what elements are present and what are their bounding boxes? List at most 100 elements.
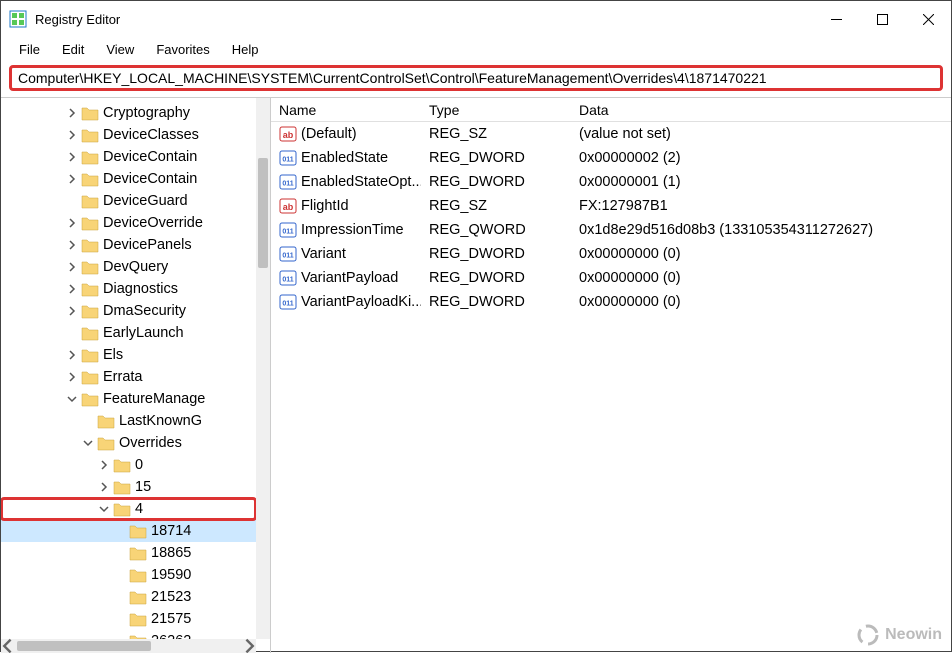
folder-icon bbox=[81, 304, 99, 319]
value-row[interactable]: abFlightIdREG_SZFX:127987B1 bbox=[271, 194, 951, 218]
menu-view[interactable]: View bbox=[96, 40, 144, 59]
minimize-button[interactable] bbox=[813, 1, 859, 37]
window-controls bbox=[813, 1, 951, 37]
value-row[interactable]: 011EnabledStateREG_DWORD0x00000002 (2) bbox=[271, 146, 951, 170]
tree-item[interactable]: DevicePanels bbox=[1, 234, 256, 256]
column-header-type[interactable]: Type bbox=[421, 98, 571, 121]
tree-item[interactable]: DeviceContain bbox=[1, 146, 256, 168]
tree-spacer bbox=[113, 546, 127, 560]
tree-item-label: DeviceGuard bbox=[103, 193, 188, 209]
value-name: VariantPayload bbox=[301, 270, 398, 286]
tree-item[interactable]: 4 bbox=[1, 498, 256, 520]
tree-item-label: Errata bbox=[103, 369, 143, 385]
column-header-name[interactable]: Name bbox=[271, 98, 421, 121]
value-type: REG_DWORD bbox=[421, 172, 571, 192]
tree-item-label: EarlyLaunch bbox=[103, 325, 184, 341]
value-type: REG_SZ bbox=[421, 124, 571, 144]
folder-icon bbox=[81, 238, 99, 253]
menu-file[interactable]: File bbox=[9, 40, 50, 59]
tree-item[interactable]: DeviceContain bbox=[1, 168, 256, 190]
binary-value-icon: 011 bbox=[279, 149, 297, 167]
registry-tree[interactable]: CryptographyDeviceClassesDeviceContainDe… bbox=[1, 98, 256, 653]
chevron-down-icon[interactable] bbox=[65, 392, 79, 406]
menu-edit[interactable]: Edit bbox=[52, 40, 94, 59]
chevron-right-icon[interactable] bbox=[97, 458, 111, 472]
binary-value-icon: 011 bbox=[279, 221, 297, 239]
tree-item[interactable]: DeviceGuard bbox=[1, 190, 256, 212]
tree-item[interactable]: DeviceClasses bbox=[1, 124, 256, 146]
tree-item[interactable]: 18714 bbox=[1, 520, 256, 542]
tree-item[interactable]: Cryptography bbox=[1, 102, 256, 124]
tree-item-label: 21575 bbox=[151, 611, 191, 627]
tree-item[interactable]: Els bbox=[1, 344, 256, 366]
tree-item-label: DeviceClasses bbox=[103, 127, 199, 143]
scrollbar-thumb[interactable] bbox=[258, 158, 268, 268]
folder-icon bbox=[113, 458, 131, 473]
chevron-right-icon[interactable] bbox=[65, 260, 79, 274]
value-type: REG_DWORD bbox=[421, 148, 571, 168]
value-name: VariantPayloadKi... bbox=[301, 294, 421, 310]
tree-spacer bbox=[65, 194, 79, 208]
chevron-right-icon[interactable] bbox=[65, 128, 79, 142]
value-type: REG_SZ bbox=[421, 196, 571, 216]
values-list[interactable]: ab(Default)REG_SZ(value not set)011Enabl… bbox=[271, 122, 951, 314]
tree-item[interactable]: DevQuery bbox=[1, 256, 256, 278]
tree-vertical-scrollbar[interactable] bbox=[256, 98, 270, 639]
chevron-right-icon[interactable] bbox=[97, 480, 111, 494]
value-row[interactable]: ab(Default)REG_SZ(value not set) bbox=[271, 122, 951, 146]
tree-item[interactable]: 18865 bbox=[1, 542, 256, 564]
svg-text:011: 011 bbox=[282, 301, 293, 308]
folder-icon bbox=[129, 568, 147, 583]
chevron-right-icon[interactable] bbox=[65, 348, 79, 362]
tree-item[interactable]: Overrides bbox=[1, 432, 256, 454]
chevron-right-icon[interactable] bbox=[65, 216, 79, 230]
tree-item[interactable]: 21575 bbox=[1, 608, 256, 630]
chevron-right-icon[interactable] bbox=[65, 304, 79, 318]
tree-item-label: DeviceOverride bbox=[103, 215, 203, 231]
svg-text:ab: ab bbox=[283, 130, 294, 140]
chevron-right-icon[interactable] bbox=[65, 238, 79, 252]
chevron-right-icon[interactable] bbox=[65, 172, 79, 186]
main-split: CryptographyDeviceClassesDeviceContainDe… bbox=[1, 97, 951, 653]
tree-item[interactable]: FeatureManage bbox=[1, 388, 256, 410]
tree-item-label: Els bbox=[103, 347, 123, 363]
close-button[interactable] bbox=[905, 1, 951, 37]
scrollbar-thumb[interactable] bbox=[17, 641, 151, 651]
value-row[interactable]: 011EnabledStateOpt...REG_DWORD0x00000001… bbox=[271, 170, 951, 194]
value-row[interactable]: 011VariantREG_DWORD0x00000000 (0) bbox=[271, 242, 951, 266]
svg-text:011: 011 bbox=[282, 157, 293, 164]
scroll-right-button[interactable] bbox=[240, 639, 256, 653]
column-header-data[interactable]: Data bbox=[571, 98, 951, 121]
value-row[interactable]: 011ImpressionTimeREG_QWORD0x1d8e29d516d0… bbox=[271, 218, 951, 242]
folder-icon bbox=[81, 348, 99, 363]
tree-item[interactable]: EarlyLaunch bbox=[1, 322, 256, 344]
tree-item[interactable]: 19590 bbox=[1, 564, 256, 586]
address-bar[interactable]: Computer\HKEY_LOCAL_MACHINE\SYSTEM\Curre… bbox=[9, 65, 943, 91]
tree-item[interactable]: LastKnownG bbox=[1, 410, 256, 432]
value-row[interactable]: 011VariantPayloadKi...REG_DWORD0x0000000… bbox=[271, 290, 951, 314]
chevron-right-icon[interactable] bbox=[65, 282, 79, 296]
maximize-button[interactable] bbox=[859, 1, 905, 37]
scroll-left-button[interactable] bbox=[1, 639, 17, 653]
chevron-right-icon[interactable] bbox=[65, 150, 79, 164]
tree-item[interactable]: Diagnostics bbox=[1, 278, 256, 300]
value-row[interactable]: 011VariantPayloadREG_DWORD0x00000000 (0) bbox=[271, 266, 951, 290]
tree-item[interactable]: 15 bbox=[1, 476, 256, 498]
tree-item-label: 21523 bbox=[151, 589, 191, 605]
tree-item[interactable]: DmaSecurity bbox=[1, 300, 256, 322]
svg-text:011: 011 bbox=[282, 253, 293, 260]
menu-favorites[interactable]: Favorites bbox=[146, 40, 219, 59]
tree-item[interactable]: 0 bbox=[1, 454, 256, 476]
tree-item-label: DmaSecurity bbox=[103, 303, 186, 319]
chevron-right-icon[interactable] bbox=[65, 370, 79, 384]
tree-horizontal-scrollbar[interactable] bbox=[1, 639, 256, 653]
folder-icon bbox=[81, 282, 99, 297]
tree-item[interactable]: DeviceOverride bbox=[1, 212, 256, 234]
menu-help[interactable]: Help bbox=[222, 40, 269, 59]
chevron-right-icon[interactable] bbox=[65, 106, 79, 120]
tree-item-label: Cryptography bbox=[103, 105, 190, 121]
tree-item[interactable]: Errata bbox=[1, 366, 256, 388]
chevron-down-icon[interactable] bbox=[81, 436, 95, 450]
tree-item[interactable]: 21523 bbox=[1, 586, 256, 608]
chevron-down-icon[interactable] bbox=[97, 502, 111, 516]
